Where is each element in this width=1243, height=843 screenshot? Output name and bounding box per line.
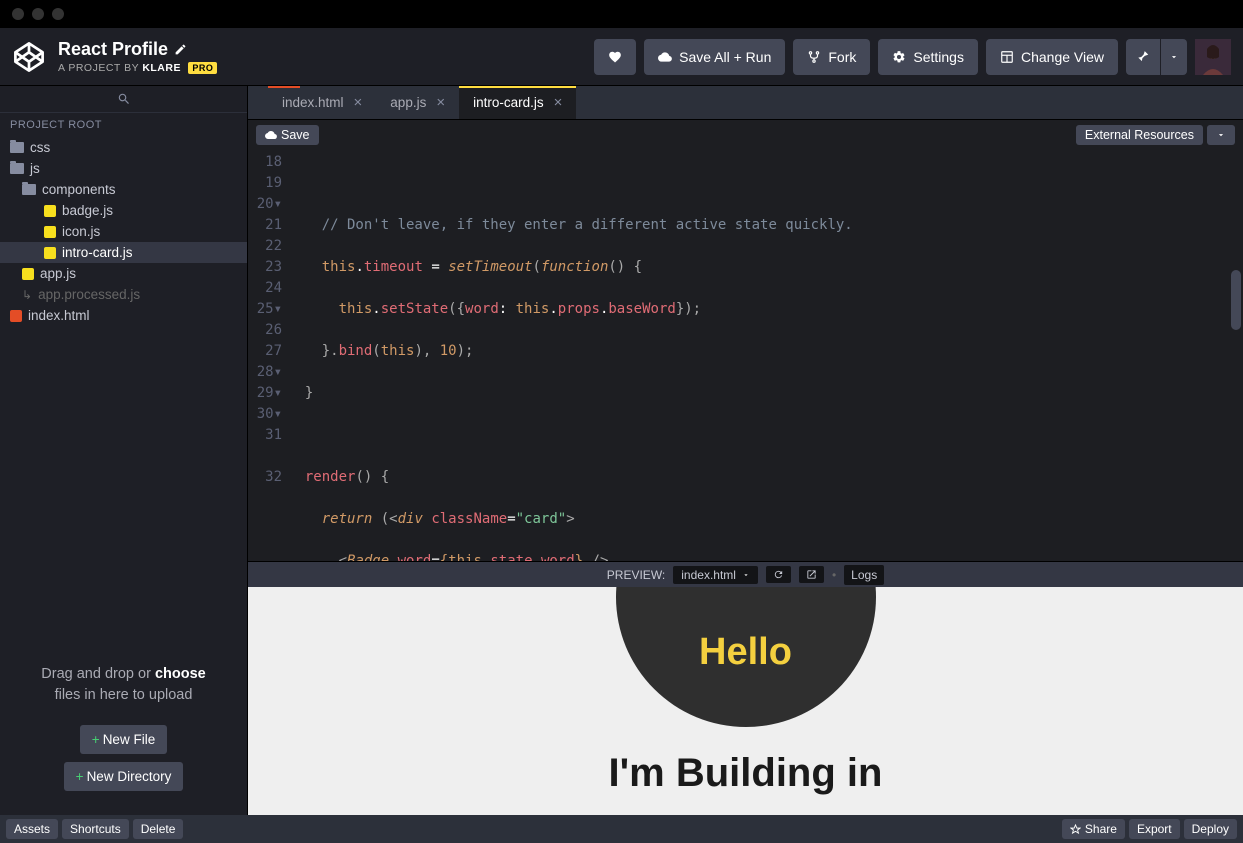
folder-icon bbox=[10, 142, 24, 153]
file-icon-js[interactable]: icon.js bbox=[0, 221, 247, 242]
tab-app-js[interactable]: app.js× bbox=[376, 86, 459, 119]
chevron-down-icon bbox=[742, 571, 750, 579]
preview-badge-text: Hello bbox=[699, 631, 792, 674]
heart-button[interactable] bbox=[594, 39, 636, 75]
open-external-button[interactable] bbox=[799, 566, 824, 583]
star-icon bbox=[1070, 824, 1081, 835]
traffic-light-zoom[interactable] bbox=[52, 8, 64, 20]
preview-badge-circle: Hello bbox=[616, 587, 876, 727]
drop-zone[interactable]: Drag and drop or choose files in here to… bbox=[0, 644, 247, 816]
cloud-icon bbox=[658, 50, 672, 64]
pin-dropdown[interactable] bbox=[1161, 39, 1187, 75]
line-gutter: 181920▾2122232425▾262728▾29▾30▾31 32 bbox=[248, 150, 288, 561]
change-view-button[interactable]: Change View bbox=[986, 39, 1118, 75]
file-app-processed-js[interactable]: ↳app.processed.js bbox=[0, 284, 247, 305]
folder-icon bbox=[10, 163, 24, 174]
search-icon[interactable] bbox=[117, 92, 131, 106]
folder-components[interactable]: components bbox=[0, 179, 247, 200]
pencil-icon bbox=[174, 43, 187, 56]
js-file-icon bbox=[44, 226, 56, 238]
vertical-scrollbar[interactable] bbox=[1231, 270, 1241, 330]
project-title[interactable]: React Profile bbox=[58, 39, 217, 60]
file-badge-js[interactable]: badge.js bbox=[0, 200, 247, 221]
js-file-icon bbox=[22, 268, 34, 280]
cloud-icon bbox=[265, 129, 277, 141]
separator-dot: • bbox=[832, 568, 836, 582]
new-file-button[interactable]: +New File bbox=[80, 725, 167, 754]
shortcuts-button[interactable]: Shortcuts bbox=[62, 819, 129, 839]
external-resources-button[interactable]: External Resources bbox=[1076, 125, 1203, 145]
close-icon[interactable]: × bbox=[436, 94, 445, 111]
project-root-label: PROJECT ROOT bbox=[0, 113, 247, 137]
refresh-button[interactable] bbox=[766, 566, 791, 583]
code-content[interactable]: // Don't leave, if they enter a differen… bbox=[288, 150, 1243, 561]
traffic-light-close[interactable] bbox=[12, 8, 24, 20]
fork-icon bbox=[807, 50, 821, 64]
app-header: React Profile A PROJECT BY Klare PRO Sav… bbox=[0, 28, 1243, 86]
sidebar: PROJECT ROOT css js components badge.js … bbox=[0, 86, 248, 815]
codepen-logo[interactable] bbox=[12, 40, 46, 74]
new-directory-button[interactable]: +New Directory bbox=[64, 762, 184, 791]
assets-button[interactable]: Assets bbox=[6, 819, 58, 839]
processed-file-icon: ↳ bbox=[22, 288, 32, 302]
folder-icon bbox=[22, 184, 36, 195]
save-button[interactable]: Save bbox=[256, 125, 319, 145]
js-file-icon bbox=[44, 247, 56, 259]
chevron-down-icon bbox=[1169, 52, 1179, 62]
preview-label: PREVIEW: bbox=[607, 568, 665, 582]
logs-button[interactable]: Logs bbox=[844, 565, 884, 585]
tab-intro-card-js[interactable]: intro-card.js× bbox=[459, 86, 576, 119]
traffic-light-minimize[interactable] bbox=[32, 8, 44, 20]
preview-toolbar: PREVIEW: index.html • Logs bbox=[248, 561, 1243, 587]
layout-icon bbox=[1000, 50, 1014, 64]
external-link-icon bbox=[806, 569, 817, 580]
avatar[interactable] bbox=[1195, 39, 1231, 75]
pin-button[interactable] bbox=[1126, 39, 1160, 75]
window-titlebar bbox=[0, 0, 1243, 28]
folder-js[interactable]: js bbox=[0, 158, 247, 179]
file-app-js[interactable]: app.js bbox=[0, 263, 247, 284]
close-icon[interactable]: × bbox=[354, 94, 363, 111]
js-file-icon bbox=[44, 205, 56, 217]
html-file-icon bbox=[10, 310, 22, 322]
heart-icon bbox=[608, 50, 622, 64]
fork-button[interactable]: Fork bbox=[793, 39, 870, 75]
pin-icon bbox=[1136, 50, 1150, 64]
editor-toolbar: Save External Resources bbox=[248, 120, 1243, 150]
tab-index-html[interactable]: index.html× bbox=[268, 86, 376, 119]
preview-heading: I'm Building in bbox=[609, 751, 883, 796]
code-editor[interactable]: 181920▾2122232425▾262728▾29▾30▾31 32 // … bbox=[248, 150, 1243, 561]
file-intro-card-js[interactable]: intro-card.js bbox=[0, 242, 247, 263]
project-byline: A PROJECT BY Klare PRO bbox=[58, 62, 217, 74]
file-index-html[interactable]: index.html bbox=[0, 305, 247, 326]
chevron-down-icon bbox=[1216, 130, 1226, 140]
refresh-icon bbox=[773, 569, 784, 580]
gear-icon bbox=[892, 50, 906, 64]
close-icon[interactable]: × bbox=[554, 94, 563, 111]
share-button[interactable]: Share bbox=[1062, 819, 1125, 839]
pro-badge: PRO bbox=[188, 62, 217, 74]
settings-button[interactable]: Settings bbox=[878, 39, 978, 75]
preview-pane: Hello I'm Building in bbox=[248, 587, 1243, 815]
deploy-button[interactable]: Deploy bbox=[1184, 819, 1237, 839]
footer-bar: Assets Shortcuts Delete Share Export Dep… bbox=[0, 815, 1243, 843]
delete-button[interactable]: Delete bbox=[133, 819, 184, 839]
folder-css[interactable]: css bbox=[0, 137, 247, 158]
editor-options-dropdown[interactable] bbox=[1207, 125, 1235, 145]
preview-file-select[interactable]: index.html bbox=[673, 566, 758, 584]
export-button[interactable]: Export bbox=[1129, 819, 1180, 839]
save-run-button[interactable]: Save All + Run bbox=[644, 39, 785, 75]
editor-tabs: index.html× app.js× intro-card.js× bbox=[248, 86, 1243, 120]
